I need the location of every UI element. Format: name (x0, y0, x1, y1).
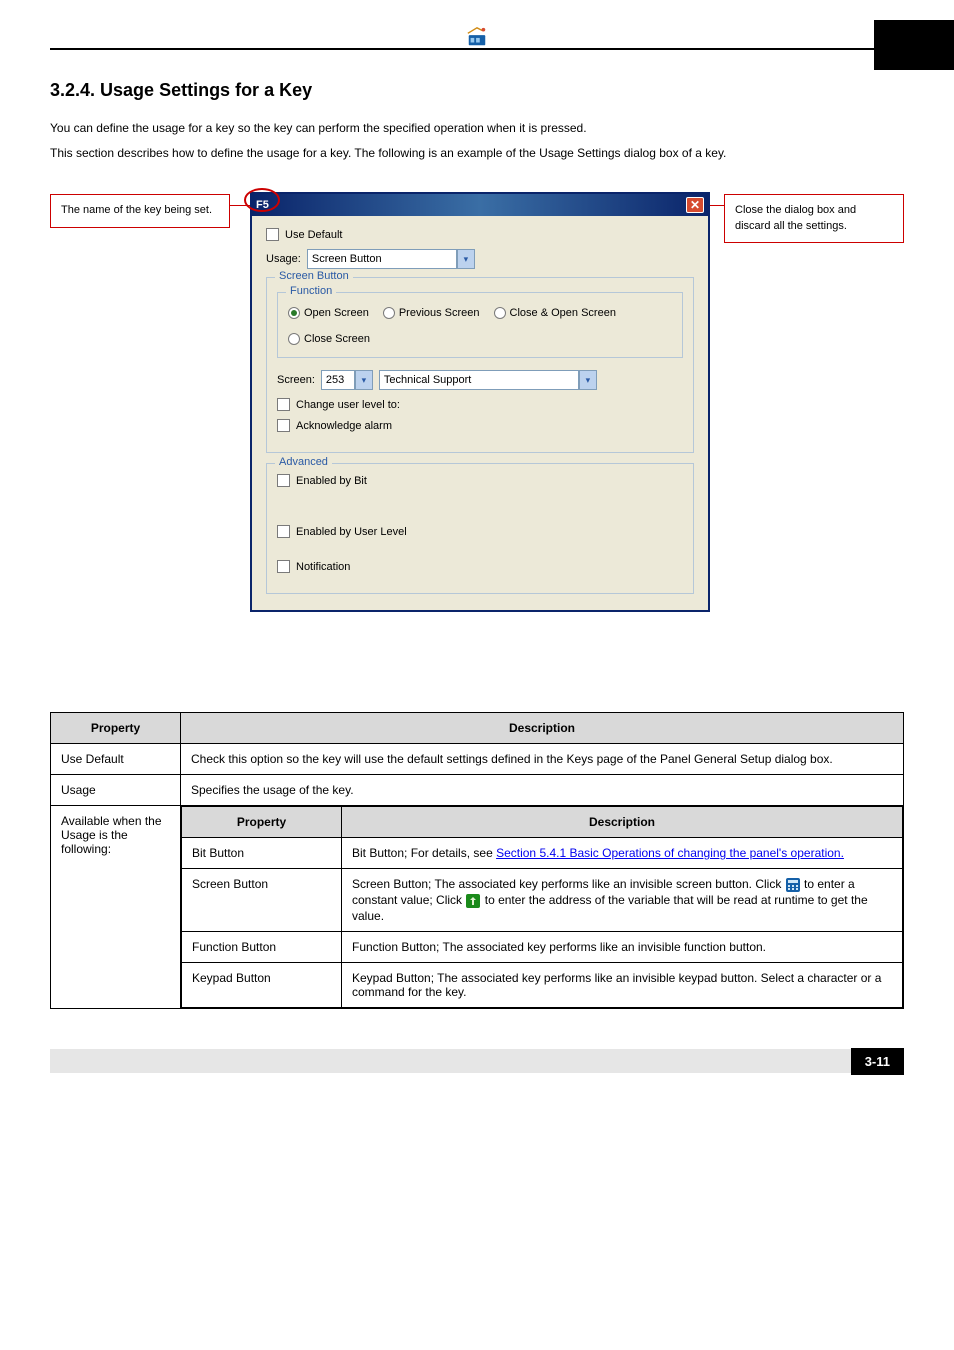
th-property: Property (51, 713, 181, 744)
inner-property-table: Property Description Bit Button Bit Butt… (181, 806, 903, 1008)
property-table: Property Description Use Default Check t… (50, 712, 904, 1009)
section-heading: 3.2.4. Usage Settings for a Key (50, 80, 904, 101)
ack-alarm-label: Acknowledge alarm (296, 420, 392, 432)
radio-prev-screen[interactable] (383, 307, 395, 319)
radio-close-open[interactable] (494, 307, 506, 319)
table-row: Available when the Usage is the followin… (51, 806, 904, 1009)
calculator-icon[interactable] (785, 877, 804, 891)
group-function: Function Open Screen Previous Screen Clo… (277, 292, 683, 358)
screen-number-input[interactable] (321, 370, 355, 390)
cell-desc: Function Button; The associated key perf… (342, 932, 903, 963)
th-description: Description (181, 713, 904, 744)
radio-open-label: Open Screen (304, 307, 369, 319)
th-inner-description: Description (342, 807, 903, 838)
radio-open-screen[interactable] (288, 307, 300, 319)
screen-label: Screen: (277, 374, 315, 386)
table-row: Usage Specifies the usage of the key. (51, 775, 904, 806)
ack-alarm-checkbox[interactable] (277, 419, 290, 432)
cell-desc: Bit Button; For details, see Section 5.4… (342, 838, 903, 869)
intro-text: You can define the usage for a key so th… (50, 119, 904, 162)
table-row: Use Default Check this option so the key… (51, 744, 904, 775)
dialog-title: F5 (256, 199, 269, 211)
intro-p2: This section describes how to define the… (50, 144, 904, 163)
change-user-checkbox[interactable] (277, 398, 290, 411)
cell-desc: Specifies the usage of the key. (181, 775, 904, 806)
enabled-bit-checkbox[interactable] (277, 474, 290, 487)
dialog-f5: F5 ✕ Use Default Usage: ▾ Screen Button (250, 192, 710, 612)
table-row: Function Button Function Button; The ass… (182, 932, 903, 963)
cell-prop: Function Button (182, 932, 342, 963)
chevron-down-icon[interactable]: ▾ (355, 370, 373, 390)
figure-wrapper: The name of the key being set. Close the… (50, 192, 904, 682)
page-footer: 3-11 (50, 1049, 904, 1073)
page-number: 3-11 (851, 1048, 904, 1075)
section-link[interactable]: Section 5.4.1 Basic Operations of changi… (496, 846, 844, 860)
enabled-bit-label: Enabled by Bit (296, 475, 367, 487)
cell-prop: Use Default (51, 744, 181, 775)
use-default-label: Use Default (285, 229, 342, 241)
pm-logo-icon (466, 26, 488, 48)
cell-desc: Check this option so the key will use th… (181, 744, 904, 775)
group-advanced: Advanced Enabled by Bit Enabled by User … (266, 463, 694, 594)
notification-label: Notification (296, 561, 350, 573)
radio-close-label: Close Screen (304, 333, 370, 345)
group-screen-button-legend: Screen Button (275, 270, 353, 282)
change-user-label: Change user level to: (296, 399, 400, 411)
use-default-checkbox[interactable] (266, 228, 279, 241)
notification-checkbox[interactable] (277, 560, 290, 573)
enabled-user-checkbox[interactable] (277, 525, 290, 538)
address-icon[interactable] (465, 893, 484, 907)
cell-desc: Keypad Button; The associated key perfor… (342, 963, 903, 1008)
group-advanced-legend: Advanced (275, 456, 332, 468)
cell-prop: Usage (51, 775, 181, 806)
callout-key-name: The name of the key being set. (50, 194, 230, 227)
chevron-down-icon[interactable]: ▾ (579, 370, 597, 390)
page-header: CHAPTER 3 (50, 30, 904, 50)
enabled-user-label: Enabled by User Level (296, 526, 407, 538)
header-black-block (874, 20, 954, 70)
dialog-titlebar: F5 ✕ (252, 194, 708, 216)
radio-closeopen-label: Close & Open Screen (510, 307, 616, 319)
intro-p1: You can define the usage for a key so th… (50, 119, 904, 138)
usage-label: Usage: (266, 253, 301, 265)
cell-desc: Screen Button; The associated key perfor… (342, 869, 903, 932)
screen-name-dropdown[interactable] (379, 370, 579, 390)
cell-prop: Screen Button (182, 869, 342, 932)
radio-close-screen[interactable] (288, 333, 300, 345)
usage-dropdown[interactable] (307, 249, 457, 269)
desc-text: Bit Button; For details, see (352, 846, 496, 860)
table-row: Keypad Button Keypad Button; The associa… (182, 963, 903, 1008)
cell-available-when: Available when the Usage is the followin… (51, 806, 181, 1009)
table-row: Bit Button Bit Button; For details, see … (182, 838, 903, 869)
cell-prop: Bit Button (182, 838, 342, 869)
group-function-legend: Function (286, 285, 336, 297)
chevron-down-icon[interactable]: ▾ (457, 249, 475, 269)
table-row: Screen Button Screen Button; The associa… (182, 869, 903, 932)
cell-prop: Keypad Button (182, 963, 342, 1008)
th-inner-property: Property (182, 807, 342, 838)
close-icon[interactable]: ✕ (686, 197, 704, 213)
radio-prev-label: Previous Screen (399, 307, 480, 319)
callout-close: Close the dialog box and discard all the… (724, 194, 904, 243)
group-screen-button: Screen Button Function Open Screen Previ… (266, 277, 694, 453)
